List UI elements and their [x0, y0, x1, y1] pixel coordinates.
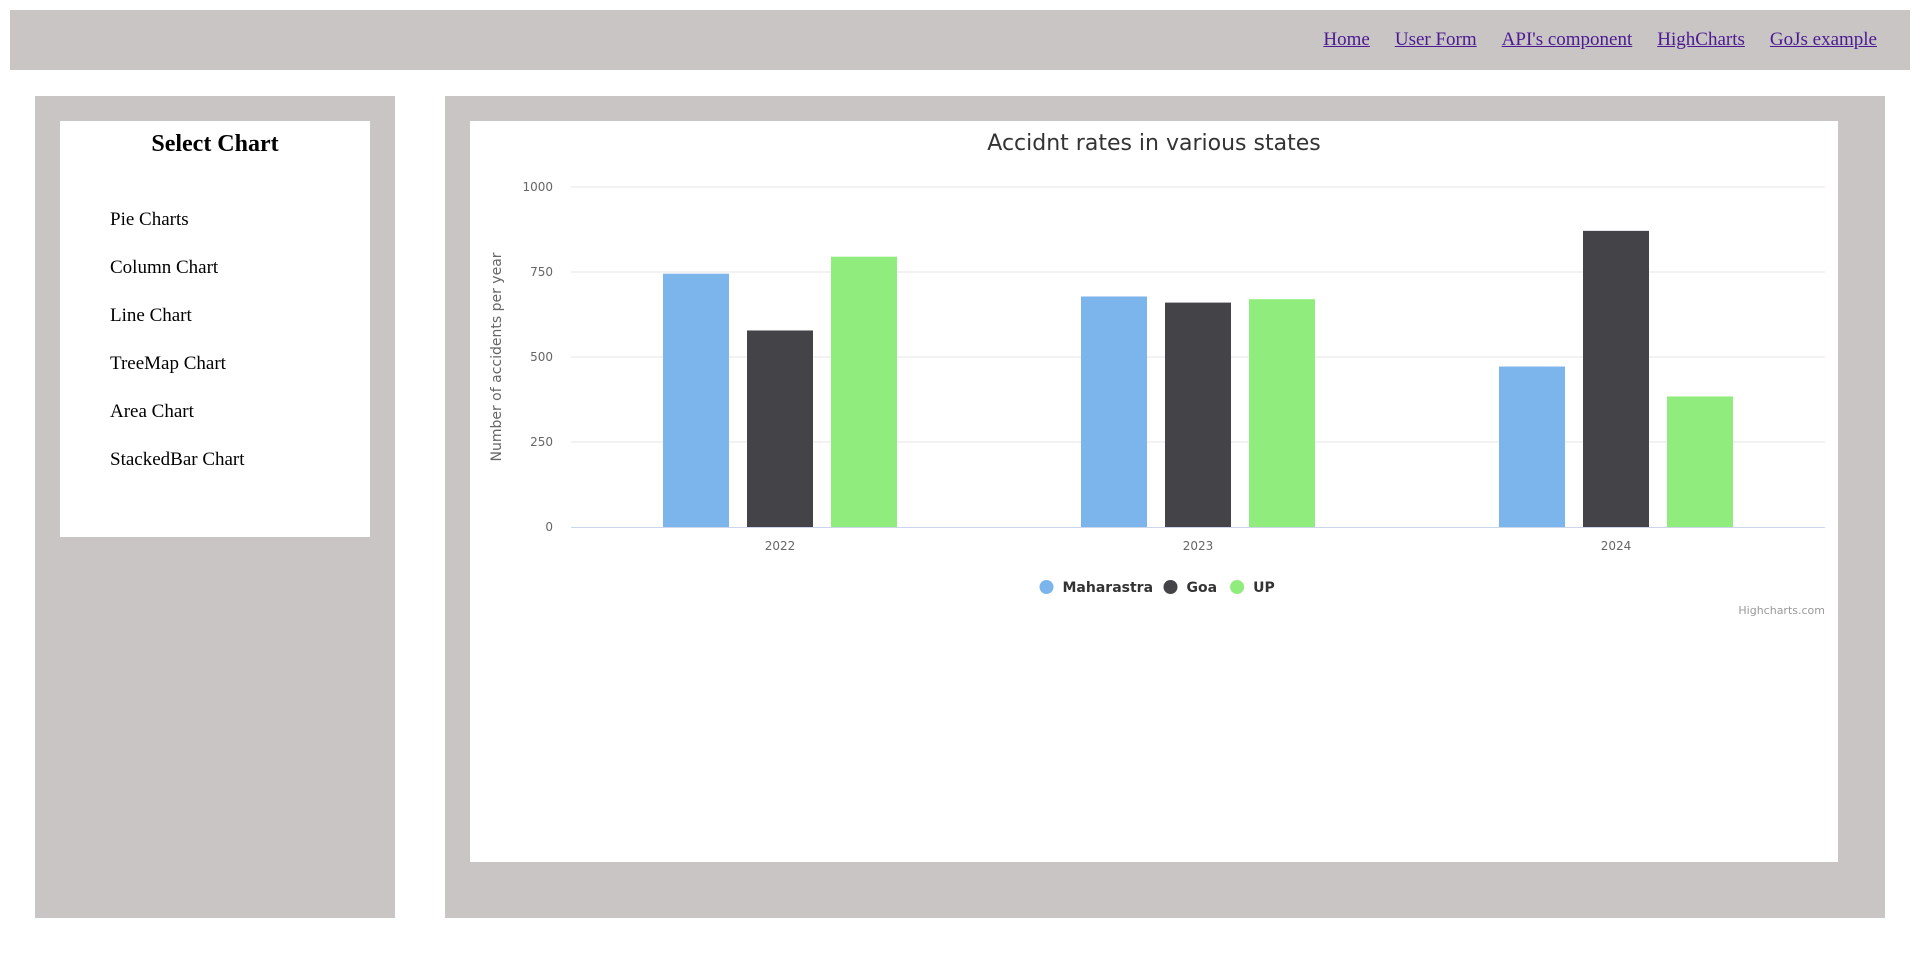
legend-label: Maharastra [1063, 580, 1154, 596]
legend-symbol [1230, 580, 1245, 594]
x-tick-label: 2024 [1601, 539, 1632, 553]
bar[interactable] [831, 256, 897, 527]
menu-item-treemap-chart[interactable]: TreeMap Chart [110, 352, 370, 400]
nav-link-user-form[interactable]: User Form [1395, 29, 1477, 51]
bars [663, 230, 1733, 528]
nav-link-api-component[interactable]: API's component [1502, 29, 1633, 51]
menu-title: Select Chart [151, 131, 279, 157]
menu-item-column-chart[interactable]: Column Chart [110, 256, 370, 304]
bar[interactable] [1499, 366, 1565, 527]
bar[interactable] [1249, 299, 1315, 527]
y-axis-label: Number of accidents per year [489, 252, 505, 461]
legend-item[interactable]: Maharastra [1039, 580, 1154, 596]
nav-link-gojs-example[interactable]: GoJs example [1770, 29, 1877, 51]
sidebar-panel: Select Chart Pie Charts Column Chart Lin… [35, 96, 395, 918]
top-navigation: Home User Form API's component HighChart… [10, 10, 1910, 70]
menu-item-stackedbar-chart[interactable]: StackedBar Chart [110, 448, 370, 496]
x-tick-label: 2022 [765, 539, 796, 553]
y-tick-label: 750 [530, 265, 553, 279]
legend-label: Goa [1187, 580, 1218, 596]
legend-symbol [1163, 580, 1178, 594]
chart-type-list: Pie Charts Column Chart Line Chart TreeM… [60, 208, 370, 496]
chart-title: Accidnt rates in various states [987, 131, 1320, 156]
chart-menu: Select Chart Pie Charts Column Chart Lin… [60, 121, 370, 537]
credits-link[interactable]: Highcharts.com [1738, 604, 1825, 617]
y-tick-label: 500 [530, 350, 553, 364]
bar[interactable] [1667, 396, 1733, 527]
x-tick-label: 2023 [1183, 539, 1214, 553]
menu-item-area-chart[interactable]: Area Chart [110, 400, 370, 448]
nav-link-highcharts[interactable]: HighCharts [1657, 29, 1745, 51]
bar[interactable] [747, 330, 813, 527]
legend-label: UP [1253, 580, 1275, 596]
menu-item-pie-charts[interactable]: Pie Charts [110, 208, 370, 256]
bar[interactable] [663, 273, 729, 527]
legend-item[interactable]: Goa [1163, 580, 1218, 596]
legend: Maharastra Goa UP [1039, 580, 1275, 596]
menu-item-line-chart[interactable]: Line Chart [110, 304, 370, 352]
bar[interactable] [1583, 230, 1649, 528]
nav-link-home[interactable]: Home [1323, 29, 1369, 51]
chart-container: Accidnt rates in various states Number o… [470, 121, 1838, 862]
legend-symbol [1039, 580, 1054, 594]
y-tick-label: 250 [530, 435, 553, 449]
bar[interactable] [1165, 302, 1231, 527]
y-tick-label: 0 [545, 520, 553, 534]
bar[interactable] [1081, 296, 1147, 527]
y-tick-label: 1000 [522, 180, 553, 194]
column-chart: Accidnt rates in various states Number o… [489, 131, 1825, 617]
chart-panel: Accidnt rates in various states Number o… [445, 96, 1885, 918]
legend-item[interactable]: UP [1230, 580, 1275, 596]
